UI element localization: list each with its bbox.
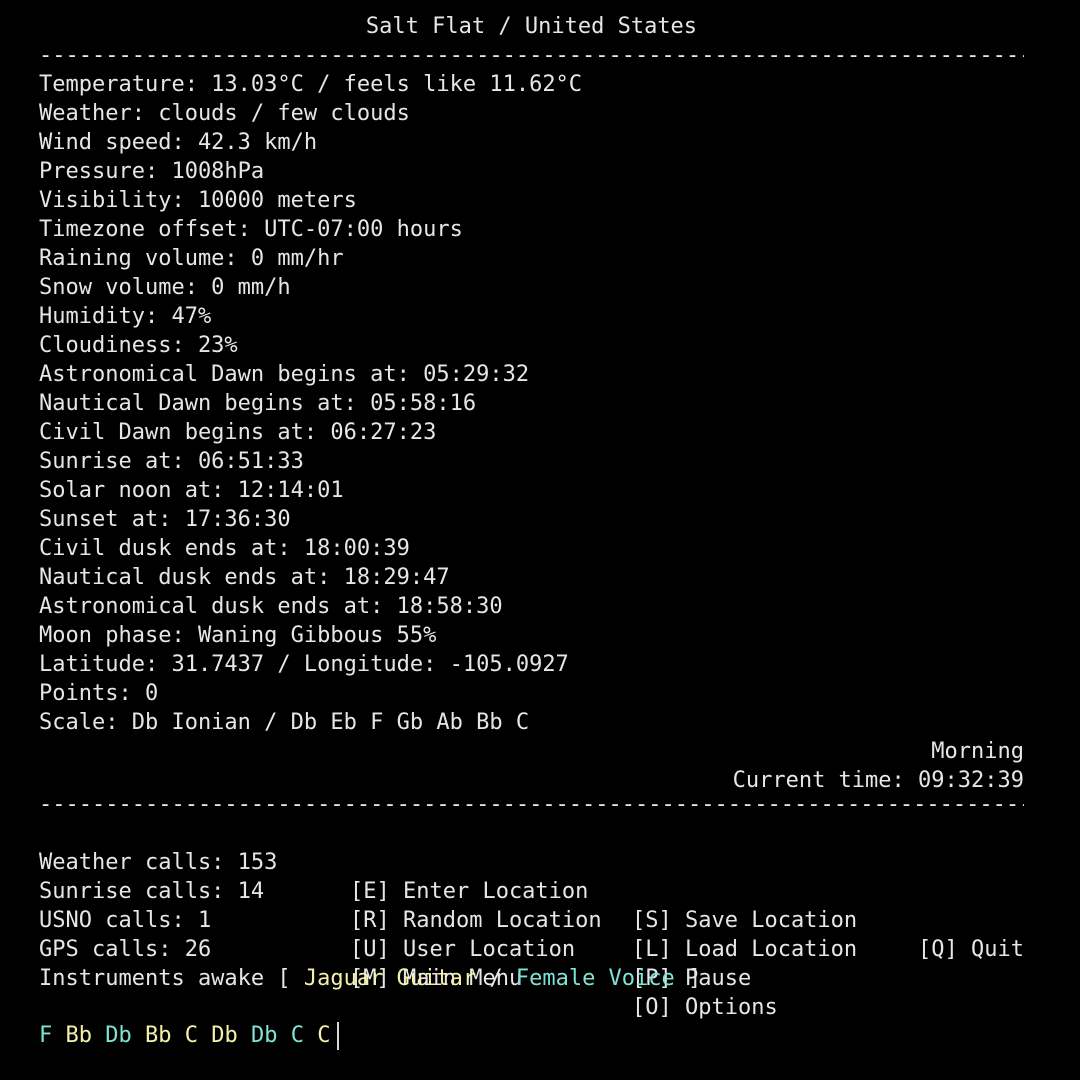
weather-line-timezone: Timezone offset: UTC-07:00 hours <box>39 217 463 242</box>
note-7: C <box>290 1023 304 1048</box>
weather-line-moon-phase: Moon phase: Waning Gibbous 55% <box>39 623 437 648</box>
weather-line-civil-dusk: Civil dusk ends at: 18:00:39 <box>39 536 410 561</box>
weather-line-sunset: Sunset at: 17:36:30 <box>39 507 291 532</box>
weather-line-civil-dawn: Civil Dawn begins at: 06:27:23 <box>39 420 437 445</box>
menu-row-2: Sunrise calls: 14 [R] Random Location [L… <box>39 848 1024 962</box>
weather-line-scale: Scale: Db Ionian / Db Eb F Gb Ab Bb C <box>39 710 530 735</box>
weather-line-solar-noon: Solar noon at: 12:14:01 <box>39 478 344 503</box>
weather-line-nautical-dawn: Nautical Dawn begins at: 05:58:16 <box>39 391 477 416</box>
terminal-screen: Salt Flat / United States --------------… <box>0 0 1080 1080</box>
menu-row-3: USNO calls: 1 [U] User Location [P] Paus… <box>39 877 1024 991</box>
note-6: Db <box>251 1023 278 1048</box>
note-sequence: F Bb Db Bb C Db Db C C <box>39 1021 1024 1050</box>
note-5: Db <box>211 1023 238 1048</box>
gps-calls-counter: GPS calls: 26 <box>39 937 212 962</box>
note-4: C <box>184 1023 198 1048</box>
instruments-prefix: Instruments awake [ <box>39 966 304 991</box>
top-separator: ----------------------------------------… <box>39 43 1024 68</box>
note-0: F <box>39 1023 53 1048</box>
weather-line-nautical-dusk: Nautical dusk ends at: 18:29:47 <box>39 565 450 590</box>
note-8: C <box>317 1023 331 1048</box>
weather-line-astro-dawn: Astronomical Dawn begins at: 05:29:32 <box>39 362 530 387</box>
note-2: Db <box>105 1023 132 1048</box>
weather-line-pressure: Pressure: 1008hPa <box>39 159 265 184</box>
location-title: Salt Flat / United States <box>365 14 698 39</box>
instrument-jaguar-guitar: Jaguar Guitar <box>303 966 477 991</box>
weather-line-conditions: Weather: clouds / few clouds <box>39 101 410 126</box>
time-of-day-label: Morning <box>931 739 1024 764</box>
instruments-line: Instruments awake [ Jaguar Guitar / Fema… <box>39 964 1024 993</box>
bottom-separator: ----------------------------------------… <box>39 792 1024 817</box>
load-location-option[interactable]: [L] Load Location <box>632 935 857 964</box>
instrument-female-voice: Female Voice <box>515 966 675 991</box>
instruments-divider: / <box>476 966 516 991</box>
menu-row-1: Weather calls: 153 [E] Enter Location [S… <box>39 819 1024 962</box>
weather-line-astro-dusk: Astronomical dusk ends at: 18:58:30 <box>39 594 503 619</box>
weather-line-visibility: Visibility: 10000 meters <box>39 188 357 213</box>
menu-row-4: GPS calls: 26 [M] Main Menu [O] Options <box>39 906 1024 1020</box>
instruments-suffix: ] <box>674 966 702 991</box>
note-1: Bb <box>65 1023 93 1048</box>
weather-line-snow: Snow volume: 0 mm/h <box>39 275 291 300</box>
weather-line-rain: Raining volume: 0 mm/hr <box>39 246 344 271</box>
weather-line-humidity: Humidity: 47% <box>39 304 212 329</box>
text-cursor[interactable] <box>336 1022 339 1050</box>
note-3: Bb <box>145 1023 172 1048</box>
note-list: F Bb Db Bb C Db Db C C <box>39 1023 331 1048</box>
weather-line-wind: Wind speed: 42.3 km/h <box>39 130 318 155</box>
user-location-option[interactable]: [U] User Location <box>350 935 575 964</box>
weather-line-coordinates: Latitude: 31.7437 / Longitude: -105.0927 <box>39 652 569 677</box>
options-option[interactable]: [O] Options <box>632 993 778 1022</box>
weather-line-temperature: Temperature: 13.03°C / feels like 11.62°… <box>39 72 583 97</box>
weather-line-cloudiness: Cloudiness: 23% <box>39 333 238 358</box>
weather-line-sunrise: Sunrise at: 06:51:33 <box>39 449 304 474</box>
quit-option[interactable]: [Q] Quit <box>918 935 1024 964</box>
weather-line-points: Points: 0 <box>39 681 159 706</box>
